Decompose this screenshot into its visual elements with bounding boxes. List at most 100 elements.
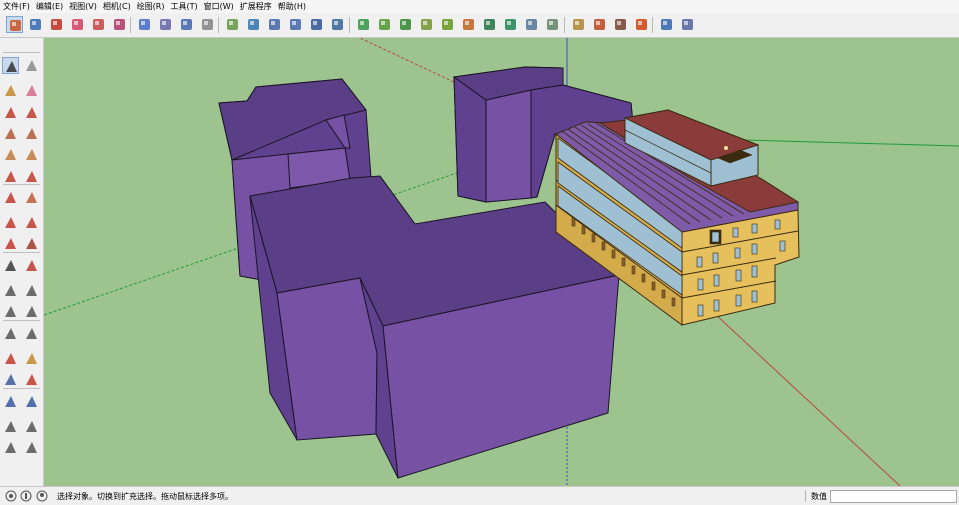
view-grid-icon[interactable] [544, 16, 561, 33]
position-camera-icon[interactable] [2, 418, 19, 435]
pie-tool-icon[interactable] [23, 189, 40, 206]
search-icon[interactable] [570, 16, 587, 33]
rotated-rectangle-icon[interactable] [23, 125, 40, 142]
section-tool-icon[interactable] [23, 439, 40, 456]
circle-tool-icon[interactable] [2, 146, 19, 163]
get-models-icon[interactable] [6, 16, 23, 33]
menu-item-7[interactable]: 扩展程序 [237, 0, 275, 13]
menu-item-6[interactable]: 窗口(W) [201, 0, 237, 13]
tool-separator [3, 184, 40, 186]
menu-item-1[interactable]: 编辑(E) [33, 0, 66, 13]
account-icon[interactable] [36, 490, 48, 502]
add-space-icon[interactable] [376, 16, 393, 33]
add-zone-icon[interactable] [355, 16, 372, 33]
paint-bucket-icon[interactable] [2, 82, 19, 99]
pan-tool-icon[interactable] [23, 350, 40, 367]
plugin-run-icon[interactable] [329, 16, 346, 33]
zoom-window-icon[interactable] [23, 371, 40, 388]
layers-icon[interactable] [90, 16, 107, 33]
save-component-icon[interactable] [287, 16, 304, 33]
front-view-icon[interactable] [178, 16, 195, 33]
line-tool-icon[interactable] [2, 104, 19, 121]
help-icon[interactable] [679, 16, 696, 33]
previous-view-icon[interactable] [23, 393, 40, 410]
menu-bar: 文件(F) 编辑(E) 视图(V) 相机(C) 绘图(R) 工具(T) 窗口(W) 扩展程序帮… [0, 0, 959, 13]
look-around-icon[interactable] [23, 418, 40, 435]
thermostat-icon[interactable] [481, 16, 498, 33]
box-icon[interactable] [658, 16, 675, 33]
dimension-tool-icon[interactable] [23, 282, 40, 299]
idf-export-icon[interactable] [308, 16, 325, 33]
model-viewport[interactable] [44, 38, 959, 486]
text-tool-icon[interactable] [23, 303, 40, 320]
iso-view-icon[interactable] [136, 16, 153, 33]
geo-location-icon[interactable] [5, 490, 17, 502]
menu-item-4[interactable]: 绘图(R) [134, 0, 168, 13]
red-axis [699, 299, 901, 486]
walk-tool-icon[interactable] [2, 439, 19, 456]
follow-me-icon[interactable] [23, 235, 40, 252]
orbit-tool-icon[interactable] [2, 350, 19, 367]
add-light-icon[interactable] [418, 16, 435, 33]
status-message: 选择对象。切换到扩充选择。拖动鼠标选择多项。 [57, 492, 233, 501]
menu-item-0[interactable]: 文件(F) [0, 0, 33, 13]
toolbar-separator [218, 17, 219, 33]
info-icon[interactable] [612, 16, 629, 33]
eraser-icon[interactable] [23, 82, 40, 99]
warning-icon[interactable] [633, 16, 650, 33]
tape-measure-icon[interactable] [2, 282, 19, 299]
axes-tool-icon[interactable] [2, 325, 19, 342]
polygon-tool-icon[interactable] [23, 146, 40, 163]
tool-separator [3, 252, 40, 253]
hvac-icon[interactable] [502, 16, 519, 33]
top-view-icon[interactable] [157, 16, 174, 33]
menu-item-3[interactable]: 相机(C) [100, 0, 134, 13]
toolbar-separator [564, 17, 565, 33]
offset-tool-icon[interactable] [23, 257, 40, 274]
filter-icon[interactable] [591, 16, 608, 33]
tool-separator [3, 387, 40, 389]
make-component-icon[interactable] [23, 57, 40, 74]
zoom-tool-icon[interactable] [2, 371, 19, 388]
add-shading-icon[interactable] [397, 16, 414, 33]
push-pull-icon[interactable] [23, 214, 40, 231]
tools-toolbar [0, 38, 44, 486]
scale-tool-icon[interactable] [2, 257, 19, 274]
credits-icon[interactable] [20, 490, 32, 502]
tool-separator [3, 319, 40, 321]
components-icon[interactable] [27, 16, 44, 33]
render-mode-icon[interactable] [523, 16, 540, 33]
zone-loads-icon[interactable] [460, 16, 477, 33]
scene-svg [44, 38, 959, 486]
upload-icon[interactable] [245, 16, 262, 33]
freehand-tool-icon[interactable] [23, 104, 40, 121]
rotate-tool-icon[interactable] [2, 235, 19, 252]
move-tool-icon[interactable] [2, 214, 19, 231]
new-surface-icon[interactable] [224, 16, 241, 33]
toolbar-separator [130, 17, 131, 33]
rectangle-tool-icon[interactable] [2, 125, 19, 142]
materials-icon[interactable] [48, 16, 65, 33]
arc-tool-icon[interactable] [2, 168, 19, 185]
select-tool-icon[interactable] [2, 57, 19, 74]
zoom-extents-icon[interactable] [2, 393, 19, 410]
three-point-arc-icon[interactable] [2, 189, 19, 206]
toolbar-separator [652, 17, 653, 33]
tool-separator [3, 52, 40, 54]
add-equipment-icon[interactable] [439, 16, 456, 33]
menu-item-8[interactable]: 帮助(H) [275, 0, 309, 13]
two-point-arc-icon[interactable] [23, 168, 40, 185]
scenes-icon[interactable] [111, 16, 128, 33]
measurements-label: 数值 [811, 492, 827, 501]
menu-item-2[interactable]: 视图(V) [66, 0, 100, 13]
protractor-icon[interactable] [2, 303, 19, 320]
menu-item-5[interactable]: 工具(T) [168, 0, 201, 13]
measurements-input[interactable] [830, 490, 957, 503]
save-geometry-icon[interactable] [266, 16, 283, 33]
3d-text-icon[interactable] [23, 325, 40, 342]
section-plane-icon[interactable] [199, 16, 216, 33]
status-divider [805, 490, 806, 502]
main-toolbar [0, 13, 959, 38]
status-bar: 选择对象。切换到扩充选择。拖动鼠标选择多项。 数值 [0, 486, 959, 505]
styles-icon[interactable] [69, 16, 86, 33]
